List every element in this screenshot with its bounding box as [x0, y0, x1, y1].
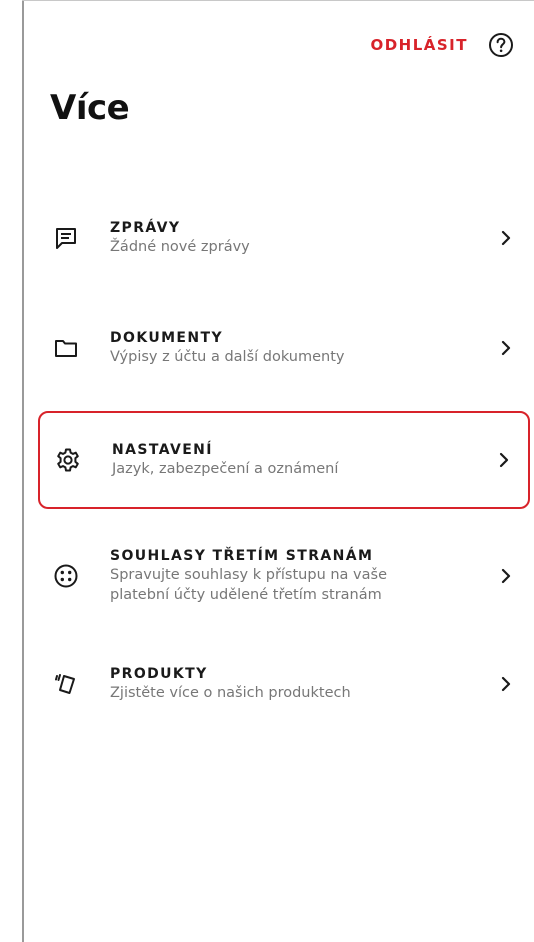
menu-item-title: PRODUKTY — [110, 666, 208, 682]
menu-item-messages[interactable]: ZPRÁVY Žádné nové zprávy — [38, 210, 530, 266]
menu-item-documents[interactable]: DOKUMENTY Výpisy z účtu a další dokument… — [38, 320, 530, 376]
menu-item-subtitle: Jazyk, zabezpečení a oznámení — [112, 461, 339, 477]
help-circle-icon[interactable] — [486, 30, 516, 60]
chevron-right-icon — [496, 338, 516, 358]
page-title: Více — [50, 88, 130, 128]
logout-button[interactable]: ODHLÁSIT — [370, 36, 468, 54]
message-icon — [48, 220, 84, 256]
menu-item-products[interactable]: PRODUKTY Zjistěte více o našich produkte… — [38, 656, 530, 712]
menu-item-texts: DOKUMENTY Výpisy z účtu a další dokument… — [110, 329, 496, 367]
chevron-right-icon — [496, 566, 516, 586]
menu-item-title: SOUHLASY TŘETÍM STRANÁM — [110, 548, 374, 564]
folder-icon — [48, 330, 84, 366]
menu-item-title: NASTAVENÍ — [112, 442, 213, 458]
menu-item-subtitle: Zjistěte více o našich produktech — [110, 685, 351, 701]
menu-item-subtitle: Výpisy z účtu a další dokumenty — [110, 349, 345, 365]
menu-item-texts: SOUHLASY TŘETÍM STRANÁM Spravujte souhla… — [110, 547, 496, 605]
window-frame-left — [22, 0, 24, 942]
menu-item-subtitle: Žádné nové zprávy — [110, 239, 250, 255]
menu-item-texts: NASTAVENÍ Jazyk, zabezpečení a oznámení — [112, 441, 494, 479]
top-bar: ODHLÁSIT — [370, 30, 516, 60]
menu-item-title: ZPRÁVY — [110, 220, 181, 236]
menu-item-title: DOKUMENTY — [110, 330, 223, 346]
cards-icon — [48, 666, 84, 702]
menu-item-texts: ZPRÁVY Žádné nové zprávy — [110, 219, 496, 257]
window-frame-top — [22, 0, 534, 1]
chevron-right-icon — [496, 674, 516, 694]
menu-item-subtitle-line-2: platební účty udělené třetím stranám — [110, 587, 382, 603]
chevron-right-icon — [494, 450, 514, 470]
menu-item-settings[interactable]: NASTAVENÍ Jazyk, zabezpečení a oznámení — [38, 411, 530, 509]
chevron-right-icon — [496, 228, 516, 248]
menu-item-consents[interactable]: SOUHLASY TŘETÍM STRANÁM Spravujte souhla… — [38, 538, 530, 614]
menu-item-texts: PRODUKTY Zjistěte více o našich produkte… — [110, 665, 496, 703]
consent-icon — [48, 558, 84, 594]
menu-item-subtitle-line-1: Spravujte souhlasy k přístupu na vaše — [110, 567, 387, 583]
gear-icon — [50, 442, 86, 478]
